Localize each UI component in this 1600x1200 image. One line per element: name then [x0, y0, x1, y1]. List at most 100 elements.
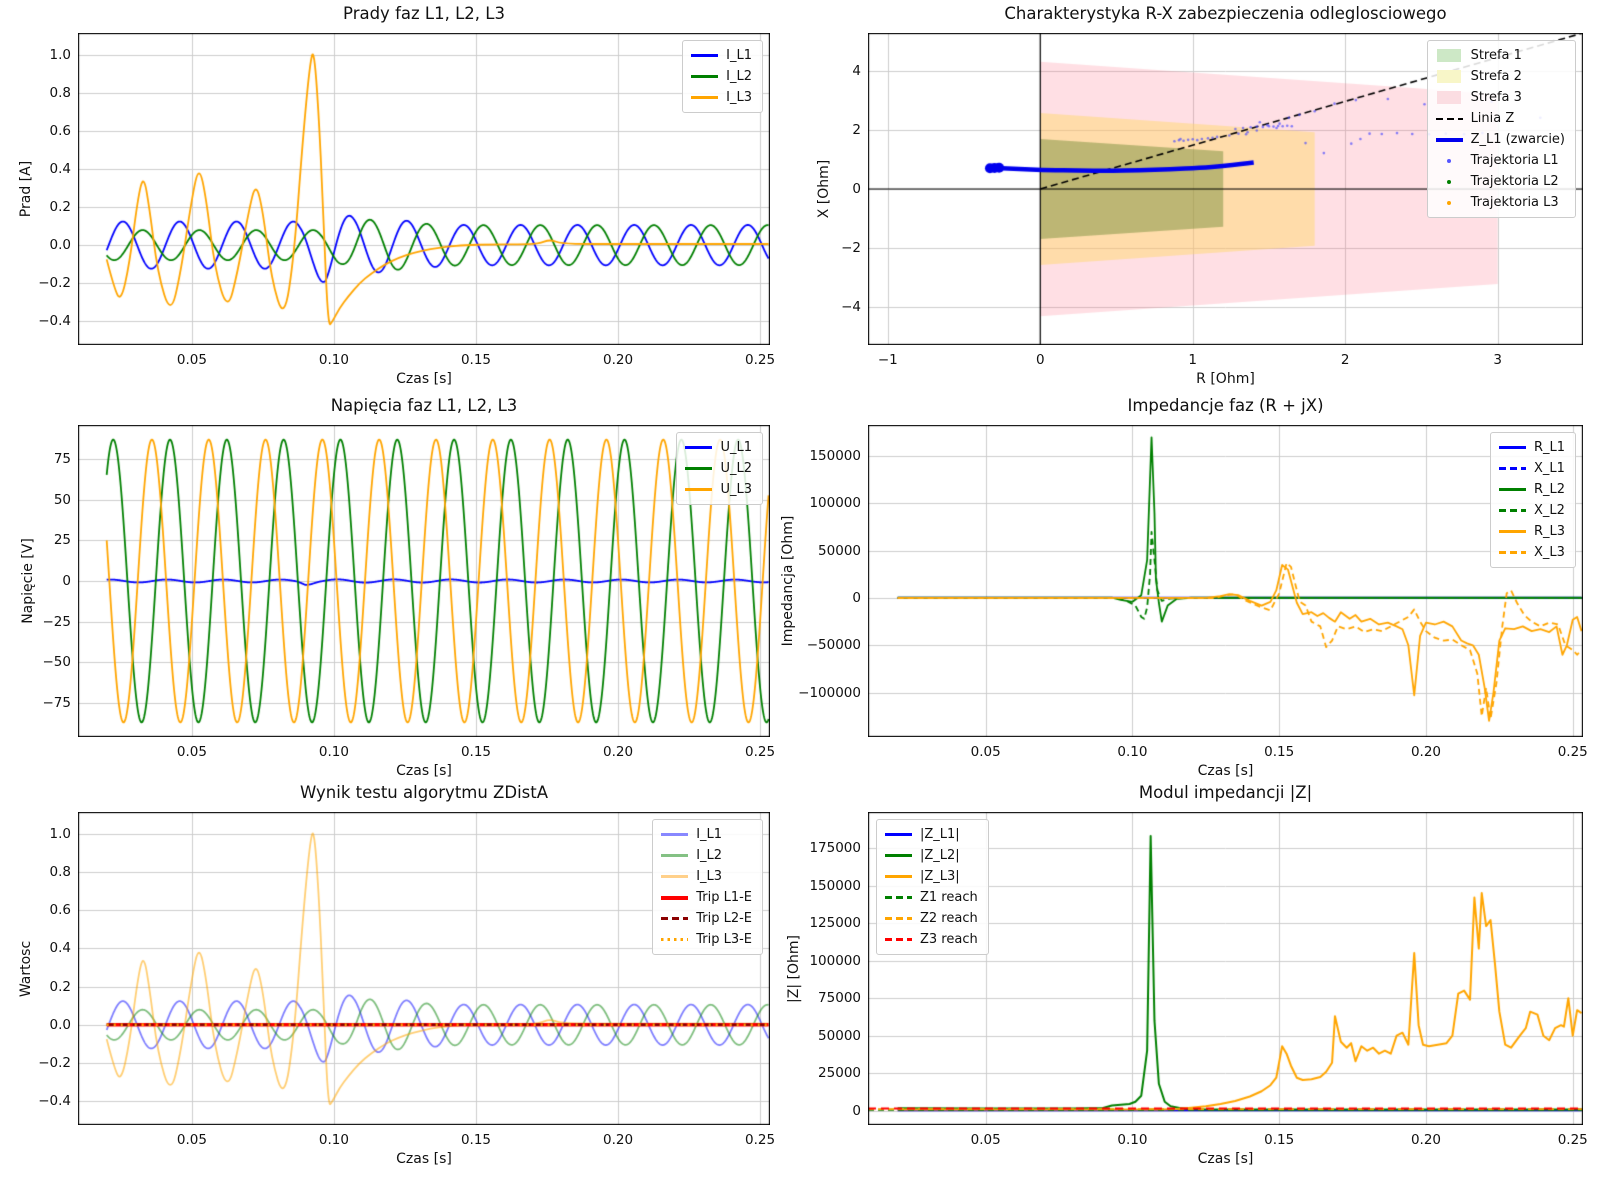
legend-line-swatch: [691, 75, 718, 78]
x-tick-label: 0.10: [319, 352, 349, 368]
y-tick-label: −100000: [798, 685, 861, 701]
y-axis-label: Wartosc: [18, 940, 34, 996]
legend: I_L1I_L2I_L3: [682, 40, 763, 113]
x-tick-label: 0.20: [603, 1132, 633, 1148]
legend-label: Trip L2-E: [696, 911, 752, 926]
y-tick-label: −2: [841, 240, 861, 256]
legend-label: I_L2: [696, 848, 722, 863]
legend-line-swatch: [661, 833, 688, 836]
chart-title: Modul impedancji |Z|: [868, 783, 1583, 802]
legend-label: Z2 reach: [920, 911, 978, 926]
y-tick-label: 0.4: [50, 161, 71, 177]
y-tick-label: 4: [852, 63, 861, 79]
x-tick-label: 0.25: [745, 744, 775, 760]
x-tick-label: 0.10: [319, 744, 349, 760]
x-axis-label: Czas [s]: [78, 763, 770, 779]
x-tick-label: 0.25: [1558, 1132, 1588, 1148]
legend-line-swatch: [885, 833, 912, 836]
x-tick-label: 0.20: [1411, 744, 1441, 760]
legend-line-swatch: [661, 854, 688, 857]
legend-label: Z_L1 (zwarcie): [1471, 132, 1565, 147]
legend-item: |Z_L2|: [885, 846, 978, 865]
plot-area-canvas: [868, 425, 1583, 737]
x-tick-label: −1: [878, 352, 898, 368]
legend-patch-swatch: [1436, 49, 1463, 62]
x-tick-label: 0.05: [177, 352, 207, 368]
legend-line-swatch: [1499, 488, 1526, 491]
legend-line-swatch: [661, 917, 688, 920]
legend: |Z_L1||Z_L2||Z_L3|Z1 reachZ2 reachZ3 rea…: [876, 819, 989, 955]
y-tick-label: −0.4: [38, 1093, 71, 1109]
legend-item: |Z_L3|: [885, 867, 978, 886]
legend-line-swatch: [691, 54, 718, 57]
legend-label: R_L2: [1534, 482, 1565, 497]
y-tick-label: 25000: [818, 1065, 861, 1081]
legend-patch-swatch: [1436, 91, 1463, 104]
panel-impedancje-faz: Impedancje faz (R + jX) Impedancja [Ohm]…: [868, 425, 1583, 737]
legend-line-swatch: [1499, 551, 1526, 554]
legend-item: Trip L1-E: [661, 888, 752, 907]
x-axis-label: Czas [s]: [868, 763, 1583, 779]
legend-label: Trip L1-E: [696, 890, 752, 905]
y-axis-label: Prad [A]: [18, 161, 34, 217]
y-tick-label: −75: [43, 695, 72, 711]
x-tick-label: 0.15: [1264, 1132, 1294, 1148]
x-axis-label: Czas [s]: [78, 371, 770, 387]
y-tick-label: 1.0: [50, 47, 71, 63]
panel-wynik-testu: Wynik testu algorytmu ZDistA Wartosc 0.0…: [78, 812, 770, 1125]
legend-patch-swatch: [1436, 70, 1463, 83]
panel-napiecia-faz: Napięcia faz L1, L2, L3 Napięcie [V] 0.0…: [78, 425, 770, 737]
legend-item: Z2 reach: [885, 909, 978, 928]
legend-item: Strefa 3: [1436, 88, 1565, 107]
legend-item: Trip L3-E: [661, 930, 752, 949]
plot-area-canvas: [78, 425, 770, 737]
legend-marker-swatch: [1436, 159, 1463, 163]
legend-line-swatch: [685, 488, 712, 491]
legend-label: Strefa 3: [1471, 90, 1522, 105]
x-tick-label: 0: [1036, 352, 1045, 368]
y-tick-label: 50000: [818, 543, 861, 559]
x-tick-label: 0.10: [1117, 1132, 1147, 1148]
legend-item: R_L3: [1499, 522, 1565, 541]
legend-label: Trajektoria L2: [1471, 174, 1559, 189]
y-tick-label: −0.2: [38, 1055, 71, 1071]
x-tick-label: 0.20: [1411, 1132, 1441, 1148]
y-tick-label: 1.0: [50, 826, 71, 842]
y-tick-label: 0: [852, 181, 861, 197]
legend-item: I_L2: [691, 67, 752, 86]
legend-line-swatch: [885, 896, 912, 899]
x-tick-label: 0.15: [461, 352, 491, 368]
legend-item: Strefa 1: [1436, 46, 1565, 65]
legend-label: |Z_L3|: [920, 869, 960, 884]
plot-area-canvas: [78, 33, 770, 345]
x-tick-label: 0.05: [177, 1132, 207, 1148]
legend-line-swatch: [661, 938, 688, 941]
legend-line-swatch: [1499, 467, 1526, 470]
legend-label: Trip L3-E: [696, 932, 752, 947]
y-tick-label: 0.2: [50, 979, 71, 995]
x-tick-label: 0.15: [461, 1132, 491, 1148]
legend-label: I_L2: [726, 69, 752, 84]
legend-item: X_L1: [1499, 459, 1565, 478]
legend-label: U_L2: [720, 461, 752, 476]
legend-item: U_L1: [685, 438, 752, 457]
y-tick-label: 0.8: [50, 864, 71, 880]
y-tick-label: 0.2: [50, 199, 71, 215]
y-tick-label: 50000: [818, 1028, 861, 1044]
y-tick-label: −0.4: [38, 313, 71, 329]
legend-label: I_L3: [726, 90, 752, 105]
y-tick-label: 25: [54, 532, 71, 548]
legend-line-swatch: [885, 854, 912, 857]
chart-title: Wynik testu algorytmu ZDistA: [78, 783, 770, 802]
legend-item: Trajektoria L2: [1436, 172, 1565, 191]
x-tick-label: 0.25: [745, 352, 775, 368]
legend-label: Z1 reach: [920, 890, 978, 905]
y-tick-label: 50: [54, 492, 71, 508]
y-tick-label: 75: [54, 451, 71, 467]
x-tick-label: 0.15: [1264, 744, 1294, 760]
y-tick-label: 0.0: [50, 1017, 71, 1033]
y-tick-label: 0.4: [50, 940, 71, 956]
x-tick-label: 0.25: [745, 1132, 775, 1148]
legend-item: Trajektoria L3: [1436, 193, 1565, 212]
legend-item: X_L3: [1499, 543, 1565, 562]
